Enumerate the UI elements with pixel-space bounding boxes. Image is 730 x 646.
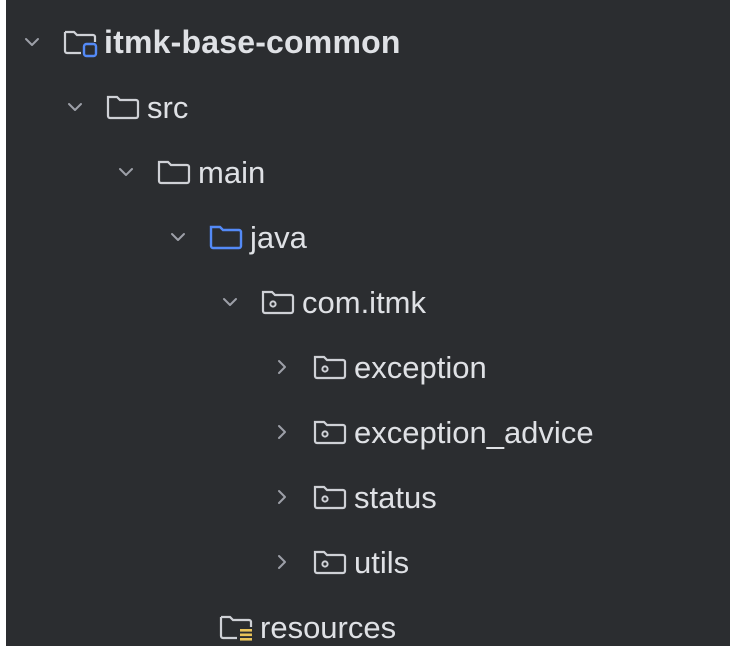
folder-icon xyxy=(105,92,141,122)
tree-node-src[interactable]: src xyxy=(63,75,188,139)
tree-node-utils[interactable]: utils xyxy=(270,530,409,594)
project-tree-panel: itmk-base-common src main java com.itmk … xyxy=(6,0,730,646)
chevron-right-icon[interactable] xyxy=(270,355,294,379)
tree-node-label: src xyxy=(147,89,189,125)
tree-node-resources[interactable]: resources xyxy=(176,595,396,646)
package-icon xyxy=(260,287,296,317)
resources-root-folder-icon xyxy=(218,612,254,642)
tree-node-label: java xyxy=(250,219,307,255)
chevron-right-icon[interactable] xyxy=(270,420,294,444)
tree-node-label: exception xyxy=(354,349,487,385)
tree-node-itmk-base-common[interactable]: itmk-base-common xyxy=(20,10,401,74)
tree-node-com-itmk[interactable]: com.itmk xyxy=(218,270,426,334)
tree-node-exception-advice[interactable]: exception_advice xyxy=(270,400,594,464)
tree-node-label: resources xyxy=(260,609,397,645)
package-icon xyxy=(312,417,348,447)
tree-node-label: status xyxy=(354,479,437,515)
chevron-down-icon[interactable] xyxy=(218,290,242,314)
package-icon xyxy=(312,547,348,577)
chevron-down-icon[interactable] xyxy=(63,95,87,119)
folder-icon xyxy=(156,157,192,187)
chevron-right-icon[interactable] xyxy=(270,550,294,574)
tree-node-label: main xyxy=(198,154,266,190)
tree-node-exception[interactable]: exception xyxy=(270,335,487,399)
package-icon xyxy=(312,352,348,382)
tree-node-label: itmk-base-common xyxy=(104,24,401,60)
module-folder-icon xyxy=(62,27,98,58)
tree-node-main[interactable]: main xyxy=(114,140,265,204)
tree-node-java[interactable]: java xyxy=(166,205,307,269)
chevron-down-icon[interactable] xyxy=(166,225,190,249)
tree-node-status[interactable]: status xyxy=(270,465,437,529)
chevron-down-icon[interactable] xyxy=(20,30,44,54)
tree-node-label: com.itmk xyxy=(302,284,426,320)
tree-node-label: utils xyxy=(354,544,410,580)
chevron-down-icon[interactable] xyxy=(114,160,138,184)
chevron-right-icon[interactable] xyxy=(270,485,294,509)
package-icon xyxy=(312,482,348,512)
source-root-folder-icon xyxy=(208,222,244,252)
tree-node-label: exception_advice xyxy=(354,414,594,450)
